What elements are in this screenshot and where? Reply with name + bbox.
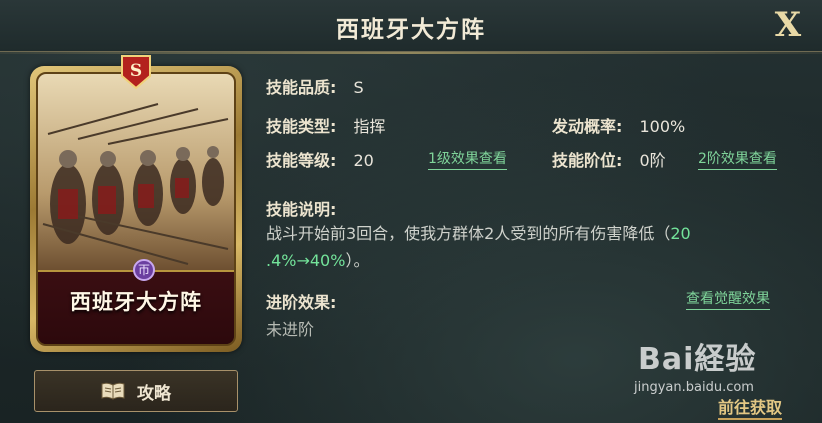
acquire-link[interactable]: 前往获取 xyxy=(718,394,783,420)
type-value: 指挥 xyxy=(353,117,386,136)
advance-status: 未进阶 xyxy=(266,320,315,339)
level-value: 20 xyxy=(353,151,374,170)
quality-value: S xyxy=(353,78,364,97)
type-label: 技能类型: xyxy=(266,117,337,136)
page-title: 西班牙大方阵 xyxy=(336,17,486,43)
faction-crest-icon: 帀 xyxy=(133,259,155,281)
desc-text-1: 战斗开始前3回合，使我方群体2人受到的所有伤害降低（ xyxy=(266,224,671,243)
guide-button[interactable]: 攻略 xyxy=(34,370,238,412)
quality-badge-letter: S xyxy=(130,61,142,81)
awakening-effect-link[interactable]: 查看觉醒效果 xyxy=(686,288,770,310)
watermark-url: jingyan.baidu.com xyxy=(634,380,754,395)
quality-badge-icon: S xyxy=(121,55,151,90)
book-icon xyxy=(101,382,125,400)
desc-highlight-b: .4%→40% xyxy=(266,251,346,270)
skill-card-name: 西班牙大方阵 xyxy=(70,290,202,314)
quality-label: 技能品质: xyxy=(266,78,337,97)
skill-card: 帀 西班牙大方阵 S xyxy=(30,55,242,352)
watermark-logo: Bai経验 xyxy=(638,342,757,377)
level-effect-link[interactable]: 1级效果查看 xyxy=(428,148,507,170)
advance-label: 进阶效果: xyxy=(266,293,337,312)
rate-row: 发动概率: 100% xyxy=(552,113,685,137)
desc-text-2: ）。 xyxy=(345,251,370,270)
stage-value: 0阶 xyxy=(639,151,666,170)
stage-label: 技能阶位: xyxy=(552,151,623,170)
desc-highlight-a: 20 xyxy=(670,224,691,243)
level-row: 技能等级: 20 xyxy=(266,147,374,171)
desc-label-row: 技能说明: xyxy=(266,196,336,220)
skill-detail-panel: 西班牙大方阵 X 帀 西班牙大方阵 S 攻略 技能品质: S 技能类型: 指挥 … xyxy=(0,0,822,423)
quality-row: 技能品质: S xyxy=(266,74,364,98)
level-label: 技能等级: xyxy=(266,151,337,170)
skill-description: 战斗开始前3回合，使我方群体2人受到的所有伤害降低（20 .4%→40%）。 xyxy=(266,220,794,274)
type-row: 技能类型: 指挥 xyxy=(266,113,386,137)
desc-label: 技能说明: xyxy=(266,200,337,219)
rate-label: 发动概率: xyxy=(552,117,623,136)
advance-label-row: 进阶效果: xyxy=(266,289,336,313)
skill-card-artwork xyxy=(38,74,234,274)
rate-value: 100% xyxy=(639,117,686,136)
stage-row: 技能阶位: 0阶 xyxy=(552,147,666,171)
header-bar: 西班牙大方阵 X xyxy=(0,0,822,52)
guide-button-label: 攻略 xyxy=(137,383,171,404)
close-button[interactable]: X xyxy=(768,4,808,46)
skill-card-frame: 帀 西班牙大方阵 xyxy=(36,72,236,346)
stage-effect-link[interactable]: 2阶效果查看 xyxy=(698,148,777,170)
